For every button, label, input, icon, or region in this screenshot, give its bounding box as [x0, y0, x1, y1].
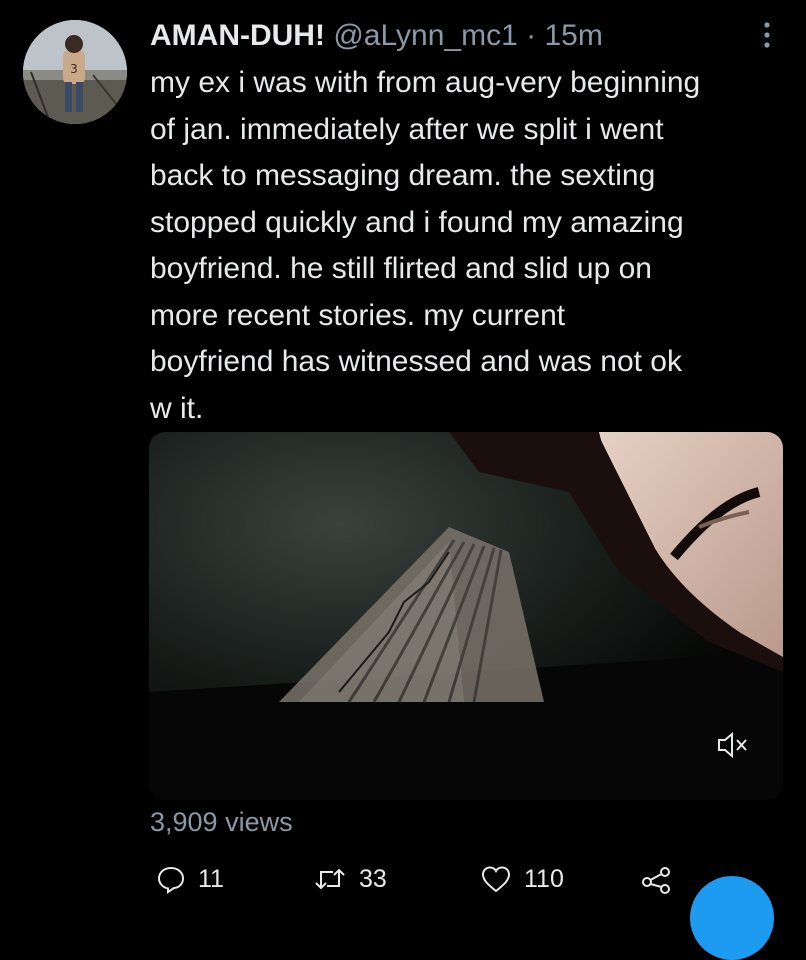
like-button[interactable]: 110 [480, 862, 564, 896]
compose-fab[interactable] [690, 876, 774, 960]
video-player[interactable] [149, 432, 783, 800]
avatar[interactable]: 3 [23, 20, 127, 124]
svg-text:3: 3 [70, 62, 78, 76]
separator-dot: · [526, 19, 537, 52]
tweet-text: my ex i was with from aug-very beginning… [150, 66, 701, 425]
reply-count: 11 [198, 864, 224, 893]
timestamp[interactable]: 15m [544, 19, 602, 52]
share-icon [640, 864, 672, 894]
retweet-button[interactable]: 33 [313, 862, 387, 896]
retweet-count: 33 [359, 864, 387, 893]
heart-icon [480, 864, 512, 894]
more-options-icon[interactable] [752, 18, 782, 52]
like-count: 110 [524, 864, 564, 893]
retweet-icon [313, 864, 347, 894]
tweet-header: AMAN-DUH! @aLynn_mc1 · 15m [150, 16, 603, 56]
reply-icon [156, 864, 186, 894]
display-name[interactable]: AMAN-DUH! [150, 19, 325, 52]
share-button[interactable] [640, 862, 672, 896]
view-count: 3,909 views [150, 807, 293, 837]
speaker-muted-icon[interactable] [716, 730, 750, 760]
user-handle[interactable]: @aLynn_mc1 [333, 19, 517, 52]
reply-button[interactable]: 11 [156, 862, 224, 896]
